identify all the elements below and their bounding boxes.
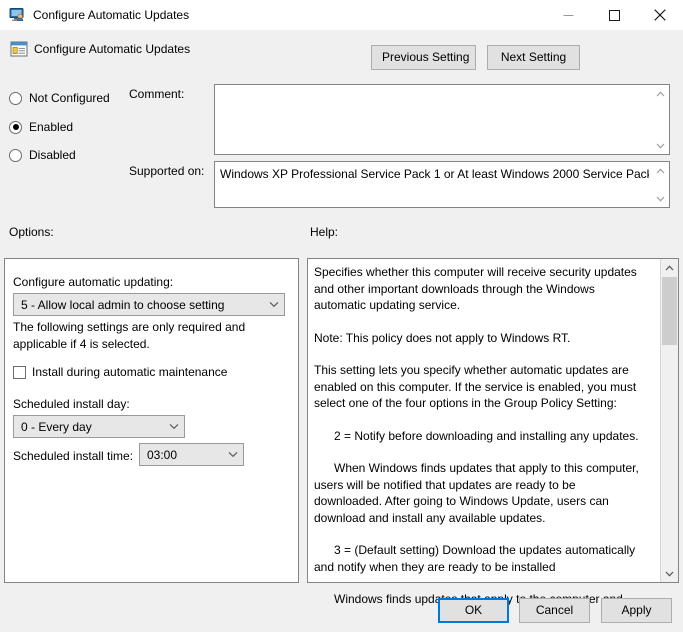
help-paragraph-4: 2 = Notify before downloading and instal… bbox=[334, 428, 639, 443]
maximize-button[interactable] bbox=[591, 0, 637, 30]
computer-user-icon bbox=[9, 7, 25, 23]
minimize-icon bbox=[563, 14, 573, 16]
radio-label-disabled: Disabled bbox=[29, 148, 76, 162]
help-paragraph-6: 3 = (Default setting) Download the updat… bbox=[314, 543, 636, 574]
chevron-down-icon bbox=[223, 451, 243, 458]
radio-mark-disabled bbox=[9, 148, 22, 162]
scheduled-day-label: Scheduled install day: bbox=[13, 397, 130, 411]
chevron-down-icon bbox=[264, 301, 284, 308]
comment-scroll-up-icon[interactable] bbox=[652, 85, 669, 102]
comment-label: Comment: bbox=[129, 87, 185, 101]
close-icon bbox=[654, 9, 666, 21]
radio-label-enabled: Enabled bbox=[29, 120, 74, 134]
apply-button[interactable]: Apply bbox=[601, 598, 672, 623]
chevron-down-icon bbox=[164, 423, 184, 430]
configure-updating-value: 5 - Allow local admin to choose setting bbox=[21, 297, 225, 312]
ok-button[interactable]: OK bbox=[438, 598, 509, 623]
radio-mark-not-configured bbox=[9, 91, 22, 105]
comment-scrollbar[interactable] bbox=[651, 85, 669, 154]
dialog-header: Configure Automatic Updates bbox=[0, 30, 683, 78]
policy-title: Configure Automatic Updates bbox=[34, 42, 191, 56]
cancel-button[interactable]: Cancel bbox=[519, 598, 590, 623]
minimize-button[interactable] bbox=[545, 0, 591, 30]
previous-setting-button[interactable]: Previous Setting bbox=[371, 45, 476, 70]
policy-setting-icon bbox=[10, 40, 28, 58]
comment-scroll-down-icon[interactable] bbox=[652, 137, 669, 154]
help-panel: Specifies whether this computer will rec… bbox=[307, 258, 679, 606]
help-section-label: Help: bbox=[310, 225, 339, 239]
title-bar[interactable]: Configure Automatic Updates bbox=[0, 0, 683, 30]
radio-not-configured[interactable]: Not Configured bbox=[9, 89, 110, 107]
radio-enabled[interactable]: Enabled bbox=[9, 118, 73, 136]
supported-on-input[interactable]: Windows XP Professional Service Pack 1 o… bbox=[214, 161, 670, 208]
radio-disabled[interactable]: Disabled bbox=[9, 146, 76, 164]
help-paragraph-1: Specifies whether this computer will rec… bbox=[314, 265, 637, 312]
configure-updating-dropdown[interactable]: 5 - Allow local admin to choose setting bbox=[13, 293, 285, 316]
supported-on-label: Supported on: bbox=[129, 164, 205, 178]
scheduled-time-label: Scheduled install time: bbox=[13, 449, 134, 463]
next-setting-button[interactable]: Next Setting bbox=[487, 45, 580, 70]
maximize-icon bbox=[608, 9, 620, 21]
supported-on-scroll-down-icon[interactable] bbox=[652, 190, 669, 207]
options-section-label: Options: bbox=[9, 225, 54, 239]
help-paragraph-5: When Windows finds updates that apply to… bbox=[314, 461, 639, 525]
help-scroll-up-icon[interactable] bbox=[661, 259, 678, 276]
install-maintenance-label: Install during automatic maintenance bbox=[32, 365, 228, 379]
configure-updating-label: Configure automatic updating: bbox=[13, 275, 174, 289]
help-scroll-down-icon[interactable] bbox=[661, 565, 678, 582]
supported-on-value: Windows XP Professional Service Pack 1 o… bbox=[220, 167, 649, 181]
scheduled-time-dropdown[interactable]: 03:00 bbox=[139, 443, 244, 466]
window-title: Configure Automatic Updates bbox=[33, 8, 190, 22]
radio-label-not-configured: Not Configured bbox=[29, 91, 110, 105]
help-paragraph-3: This setting lets you specify whether au… bbox=[314, 363, 637, 410]
radio-mark-enabled bbox=[9, 120, 22, 134]
help-paragraph-2: Note: This policy does not apply to Wind… bbox=[314, 330, 571, 345]
window-controls bbox=[545, 0, 683, 30]
options-note-text: The following settings are only required… bbox=[13, 320, 246, 351]
help-scrollbar-thumb[interactable] bbox=[662, 277, 677, 345]
scheduled-time-value: 03:00 bbox=[147, 447, 178, 462]
options-panel: Configure automatic updating: 5 - Allow … bbox=[4, 258, 299, 583]
comment-input[interactable] bbox=[214, 84, 670, 155]
supported-on-scroll-up-icon[interactable] bbox=[652, 162, 669, 179]
install-maintenance-checkbox[interactable]: Install during automatic maintenance bbox=[13, 365, 227, 379]
scheduled-day-value: 0 - Every day bbox=[21, 419, 92, 434]
supported-on-scrollbar[interactable] bbox=[651, 162, 669, 207]
checkbox-mark-install-maintenance bbox=[13, 365, 26, 379]
scheduled-day-dropdown[interactable]: 0 - Every day bbox=[13, 415, 185, 438]
close-button[interactable] bbox=[637, 0, 683, 30]
help-scrollbar[interactable] bbox=[660, 259, 678, 582]
help-text-content: Specifies whether this computer will rec… bbox=[314, 264, 644, 624]
